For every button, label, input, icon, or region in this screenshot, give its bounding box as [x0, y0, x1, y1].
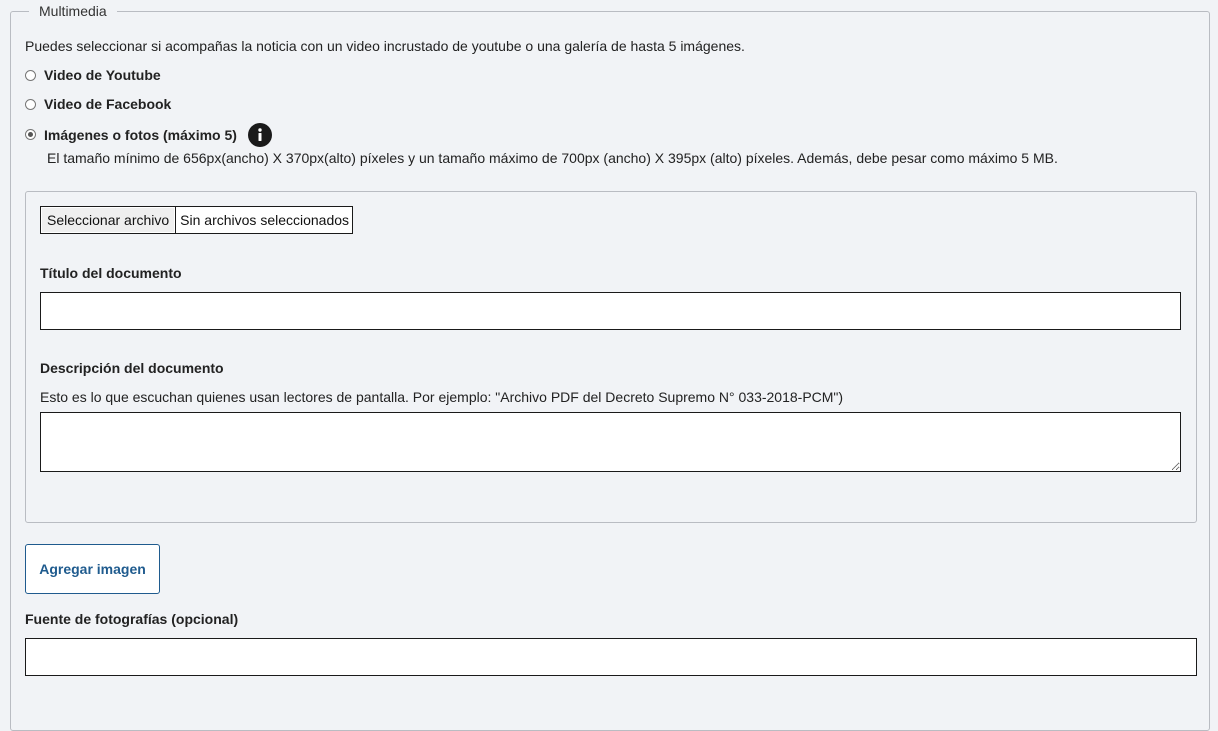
images-radio-label[interactable]: Imágenes o fotos (máximo 5) [44, 127, 237, 143]
file-upload[interactable]: Seleccionar archivo Sin archivos selecci… [40, 206, 354, 234]
info-icon[interactable] [247, 122, 272, 147]
option-youtube[interactable]: Video de Youtube [25, 65, 161, 85]
document-description-textarea[interactable] [40, 412, 1181, 472]
photo-source-input[interactable] [25, 638, 1197, 676]
document-description-help: Esto es lo que escuchan quienes usan lec… [40, 389, 844, 405]
youtube-radio[interactable] [25, 69, 36, 81]
intro-text: Puedes seleccionar si acompañas la notic… [25, 38, 745, 54]
select-file-button[interactable]: Seleccionar archivo [41, 207, 177, 233]
document-title-input[interactable] [40, 292, 1181, 330]
photo-source-label: Fuente de fotografías (opcional) [25, 611, 239, 627]
file-status-text: Sin archivos seleccionados [180, 212, 350, 228]
option-facebook[interactable]: Video de Facebook [25, 94, 171, 114]
fieldset-legend: Multimedia [29, 2, 117, 20]
document-title-label: Título del documento [40, 265, 182, 281]
images-size-hint: El tamaño mínimo de 656px(ancho) X 370px… [47, 150, 1058, 166]
youtube-radio-label[interactable]: Video de Youtube [44, 67, 161, 83]
image-item-panel [25, 191, 1197, 523]
option-images[interactable]: Imágenes o fotos (máximo 5) [25, 122, 272, 147]
images-radio[interactable] [25, 129, 36, 140]
document-description-label: Descripción del documento [40, 360, 224, 376]
facebook-radio-label[interactable]: Video de Facebook [44, 96, 171, 112]
add-image-button[interactable]: Agregar imagen [25, 544, 160, 594]
facebook-radio[interactable] [25, 98, 36, 110]
